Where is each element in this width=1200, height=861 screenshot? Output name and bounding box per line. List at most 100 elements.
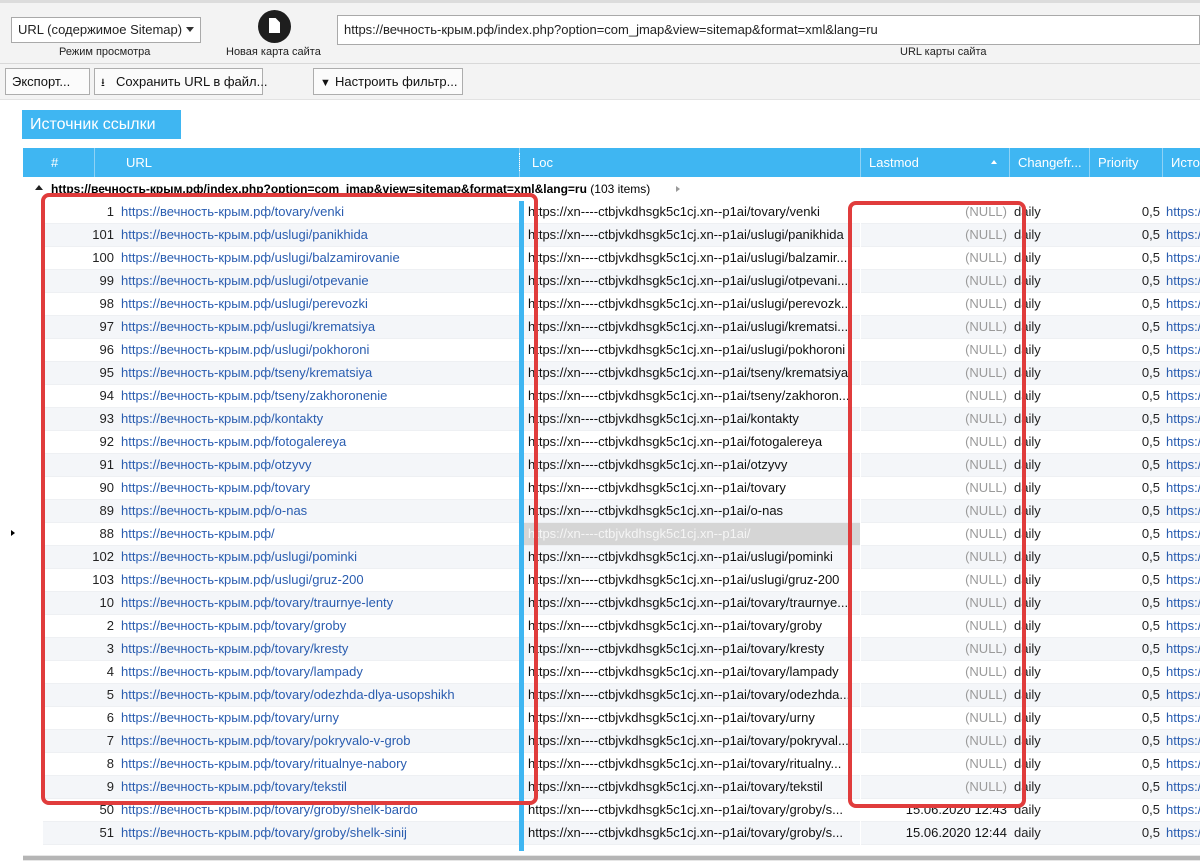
row-source-link[interactable]: https:/ bbox=[1163, 339, 1200, 362]
column-header-loc-label: Loc bbox=[532, 155, 553, 170]
row-loc: https://xn----ctbjvkdhsgk5c1cj.xn--p1ai/… bbox=[524, 224, 860, 247]
row-priority: 0,5 bbox=[1090, 270, 1163, 293]
row-loc: https://xn----ctbjvkdhsgk5c1cj.xn--p1ai/… bbox=[524, 684, 860, 707]
row-loc: https://xn----ctbjvkdhsgk5c1cj.xn--p1ai/… bbox=[524, 431, 860, 454]
row-priority: 0,5 bbox=[1090, 224, 1163, 247]
column-header-lastmod[interactable]: Lastmod bbox=[861, 148, 1010, 177]
column-header-changefreq[interactable]: Changefr... bbox=[1010, 148, 1090, 177]
row-source-link[interactable]: https:/ bbox=[1163, 638, 1200, 661]
row-source-link[interactable]: https:/ bbox=[1163, 615, 1200, 638]
row-priority: 0,5 bbox=[1090, 569, 1163, 592]
row-priority: 0,5 bbox=[1090, 684, 1163, 707]
filter-icon: ▼ bbox=[320, 77, 331, 89]
row-loc: https://xn----ctbjvkdhsgk5c1cj.xn--p1ai/… bbox=[524, 293, 860, 316]
row-source-link[interactable]: https:/ bbox=[1163, 201, 1200, 224]
export-button-label: Экспорт... bbox=[12, 74, 71, 89]
row-source-link[interactable]: https:/ bbox=[1163, 592, 1200, 615]
row-source-link[interactable]: https:/ bbox=[1163, 730, 1200, 753]
view-mode-select[interactable]: URL (содержимое Sitemap) bbox=[11, 17, 201, 43]
row-priority: 0,5 bbox=[1090, 822, 1163, 845]
row-source-link[interactable]: https:/ bbox=[1163, 431, 1200, 454]
row-priority: 0,5 bbox=[1090, 730, 1163, 753]
row-source-link[interactable]: https:/ bbox=[1163, 684, 1200, 707]
export-button[interactable]: Экспорт... bbox=[5, 68, 90, 95]
row-loc: https://xn----ctbjvkdhsgk5c1cj.xn--p1ai/… bbox=[524, 362, 860, 385]
row-loc: https://xn----ctbjvkdhsgk5c1cj.xn--p1ai/… bbox=[524, 776, 860, 799]
row-source-link[interactable]: https:/ bbox=[1163, 661, 1200, 684]
row-loc: https://xn----ctbjvkdhsgk5c1cj.xn--p1ai/… bbox=[524, 569, 860, 592]
row-priority: 0,5 bbox=[1090, 385, 1163, 408]
row-number: 51 bbox=[43, 822, 118, 845]
row-priority: 0,5 bbox=[1090, 431, 1163, 454]
column-header-url[interactable]: URL bbox=[118, 148, 520, 177]
row-loc: https://xn----ctbjvkdhsgk5c1cj.xn--p1ai/… bbox=[524, 270, 860, 293]
row-loc: https://xn----ctbjvkdhsgk5c1cj.xn--p1ai/… bbox=[524, 339, 860, 362]
view-mode-value: URL (содержимое Sitemap) bbox=[18, 22, 183, 37]
row-priority: 0,5 bbox=[1090, 362, 1163, 385]
column-resize-grip[interactable] bbox=[519, 153, 521, 171]
row-source-link[interactable]: https:/ bbox=[1163, 753, 1200, 776]
group-count: (103 items) bbox=[590, 182, 651, 196]
configure-filter-label: Настроить фильтр... bbox=[335, 74, 458, 89]
row-source-link[interactable]: https:/ bbox=[1163, 362, 1200, 385]
row-priority: 0,5 bbox=[1090, 592, 1163, 615]
grid-header: # URL Loc Lastmod Changefr... Priority И… bbox=[23, 148, 1200, 177]
row-source-link[interactable]: https:/ bbox=[1163, 247, 1200, 270]
column-header-priority-label: Priority bbox=[1098, 155, 1139, 170]
row-source-link[interactable]: https:/ bbox=[1163, 546, 1200, 569]
row-loc: https://xn----ctbjvkdhsgk5c1cj.xn--p1ai/… bbox=[524, 661, 860, 684]
row-source-link[interactable]: https:/ bbox=[1163, 523, 1200, 546]
row-url-link[interactable]: https://вечность-крым.рф/tovary/groby/sh… bbox=[118, 822, 520, 845]
horizontal-scrollbar[interactable] bbox=[23, 855, 1200, 861]
group-by-label: Источник ссылки bbox=[30, 116, 156, 133]
row-source-link[interactable]: https:/ bbox=[1163, 270, 1200, 293]
table-row[interactable]: 51 https://вечность-крым.рф/tovary/groby/… bbox=[0, 822, 1200, 845]
row-source-link[interactable]: https:/ bbox=[1163, 569, 1200, 592]
row-priority: 0,5 bbox=[1090, 201, 1163, 224]
row-loc: https://xn----ctbjvkdhsgk5c1cj.xn--p1ai/… bbox=[524, 638, 860, 661]
row-priority: 0,5 bbox=[1090, 707, 1163, 730]
row-loc: https://xn----ctbjvkdhsgk5c1cj.xn--p1ai/… bbox=[524, 822, 860, 845]
column-header-source[interactable]: Исто bbox=[1163, 148, 1200, 177]
row-loc: https://xn----ctbjvkdhsgk5c1cj.xn--p1ai/… bbox=[524, 615, 860, 638]
row-source-link[interactable]: https:/ bbox=[1163, 224, 1200, 247]
document-icon bbox=[269, 18, 280, 33]
collapse-icon[interactable] bbox=[35, 185, 43, 190]
sitemap-url-input[interactable]: https://вечность-крым.рф/index.php?optio… bbox=[337, 15, 1200, 45]
column-header-priority[interactable]: Priority bbox=[1090, 148, 1163, 177]
row-source-link[interactable]: https:/ bbox=[1163, 707, 1200, 730]
configure-filter-button[interactable]: ▼ Настроить фильтр... bbox=[313, 68, 463, 95]
row-source-link[interactable]: https:/ bbox=[1163, 293, 1200, 316]
row-loc: https://xn----ctbjvkdhsgk5c1cj.xn--p1ai/… bbox=[524, 707, 860, 730]
save-urls-button[interactable]: ⭳ Сохранить URL в файл... bbox=[94, 68, 267, 95]
column-header-url-label: URL bbox=[126, 155, 153, 170]
row-source-link[interactable]: https:/ bbox=[1163, 799, 1200, 822]
row-source-link[interactable]: https:/ bbox=[1163, 776, 1200, 799]
row-loc: https://xn----ctbjvkdhsgk5c1cj.xn--p1ai/… bbox=[524, 408, 860, 431]
group-by-chip-link-source[interactable]: Источник ссылки bbox=[22, 110, 181, 139]
chevron-down-icon bbox=[186, 27, 194, 32]
scrollbar-thumb[interactable] bbox=[23, 856, 1200, 860]
new-sitemap-button[interactable] bbox=[258, 10, 291, 43]
row-priority: 0,5 bbox=[1090, 776, 1163, 799]
row-loc: https://xn----ctbjvkdhsgk5c1cj.xn--p1ai/… bbox=[524, 477, 860, 500]
row-source-link[interactable]: https:/ bbox=[1163, 385, 1200, 408]
row-source-link[interactable]: https:/ bbox=[1163, 822, 1200, 845]
row-priority: 0,5 bbox=[1090, 615, 1163, 638]
download-icon: ⭳ bbox=[101, 77, 105, 89]
row-loc: https://xn----ctbjvkdhsgk5c1cj.xn--p1ai/… bbox=[524, 546, 860, 569]
row-loc: https://xn----ctbjvkdhsgk5c1cj.xn--p1ai/… bbox=[524, 385, 860, 408]
column-header-changefreq-label: Changefr... bbox=[1018, 155, 1082, 170]
row-source-link[interactable]: https:/ bbox=[1163, 454, 1200, 477]
column-header-lastmod-label: Lastmod bbox=[869, 155, 919, 170]
row-source-link[interactable]: https:/ bbox=[1163, 408, 1200, 431]
row-priority: 0,5 bbox=[1090, 500, 1163, 523]
row-source-link[interactable]: https:/ bbox=[1163, 477, 1200, 500]
row-priority: 0,5 bbox=[1090, 477, 1163, 500]
column-header-num[interactable]: # bbox=[23, 148, 95, 177]
row-source-link[interactable]: https:/ bbox=[1163, 500, 1200, 523]
row-priority: 0,5 bbox=[1090, 799, 1163, 822]
column-header-loc[interactable]: Loc bbox=[524, 148, 861, 177]
row-source-link[interactable]: https:/ bbox=[1163, 316, 1200, 339]
row-loc: https://xn----ctbjvkdhsgk5c1cj.xn--p1ai/… bbox=[524, 753, 860, 776]
